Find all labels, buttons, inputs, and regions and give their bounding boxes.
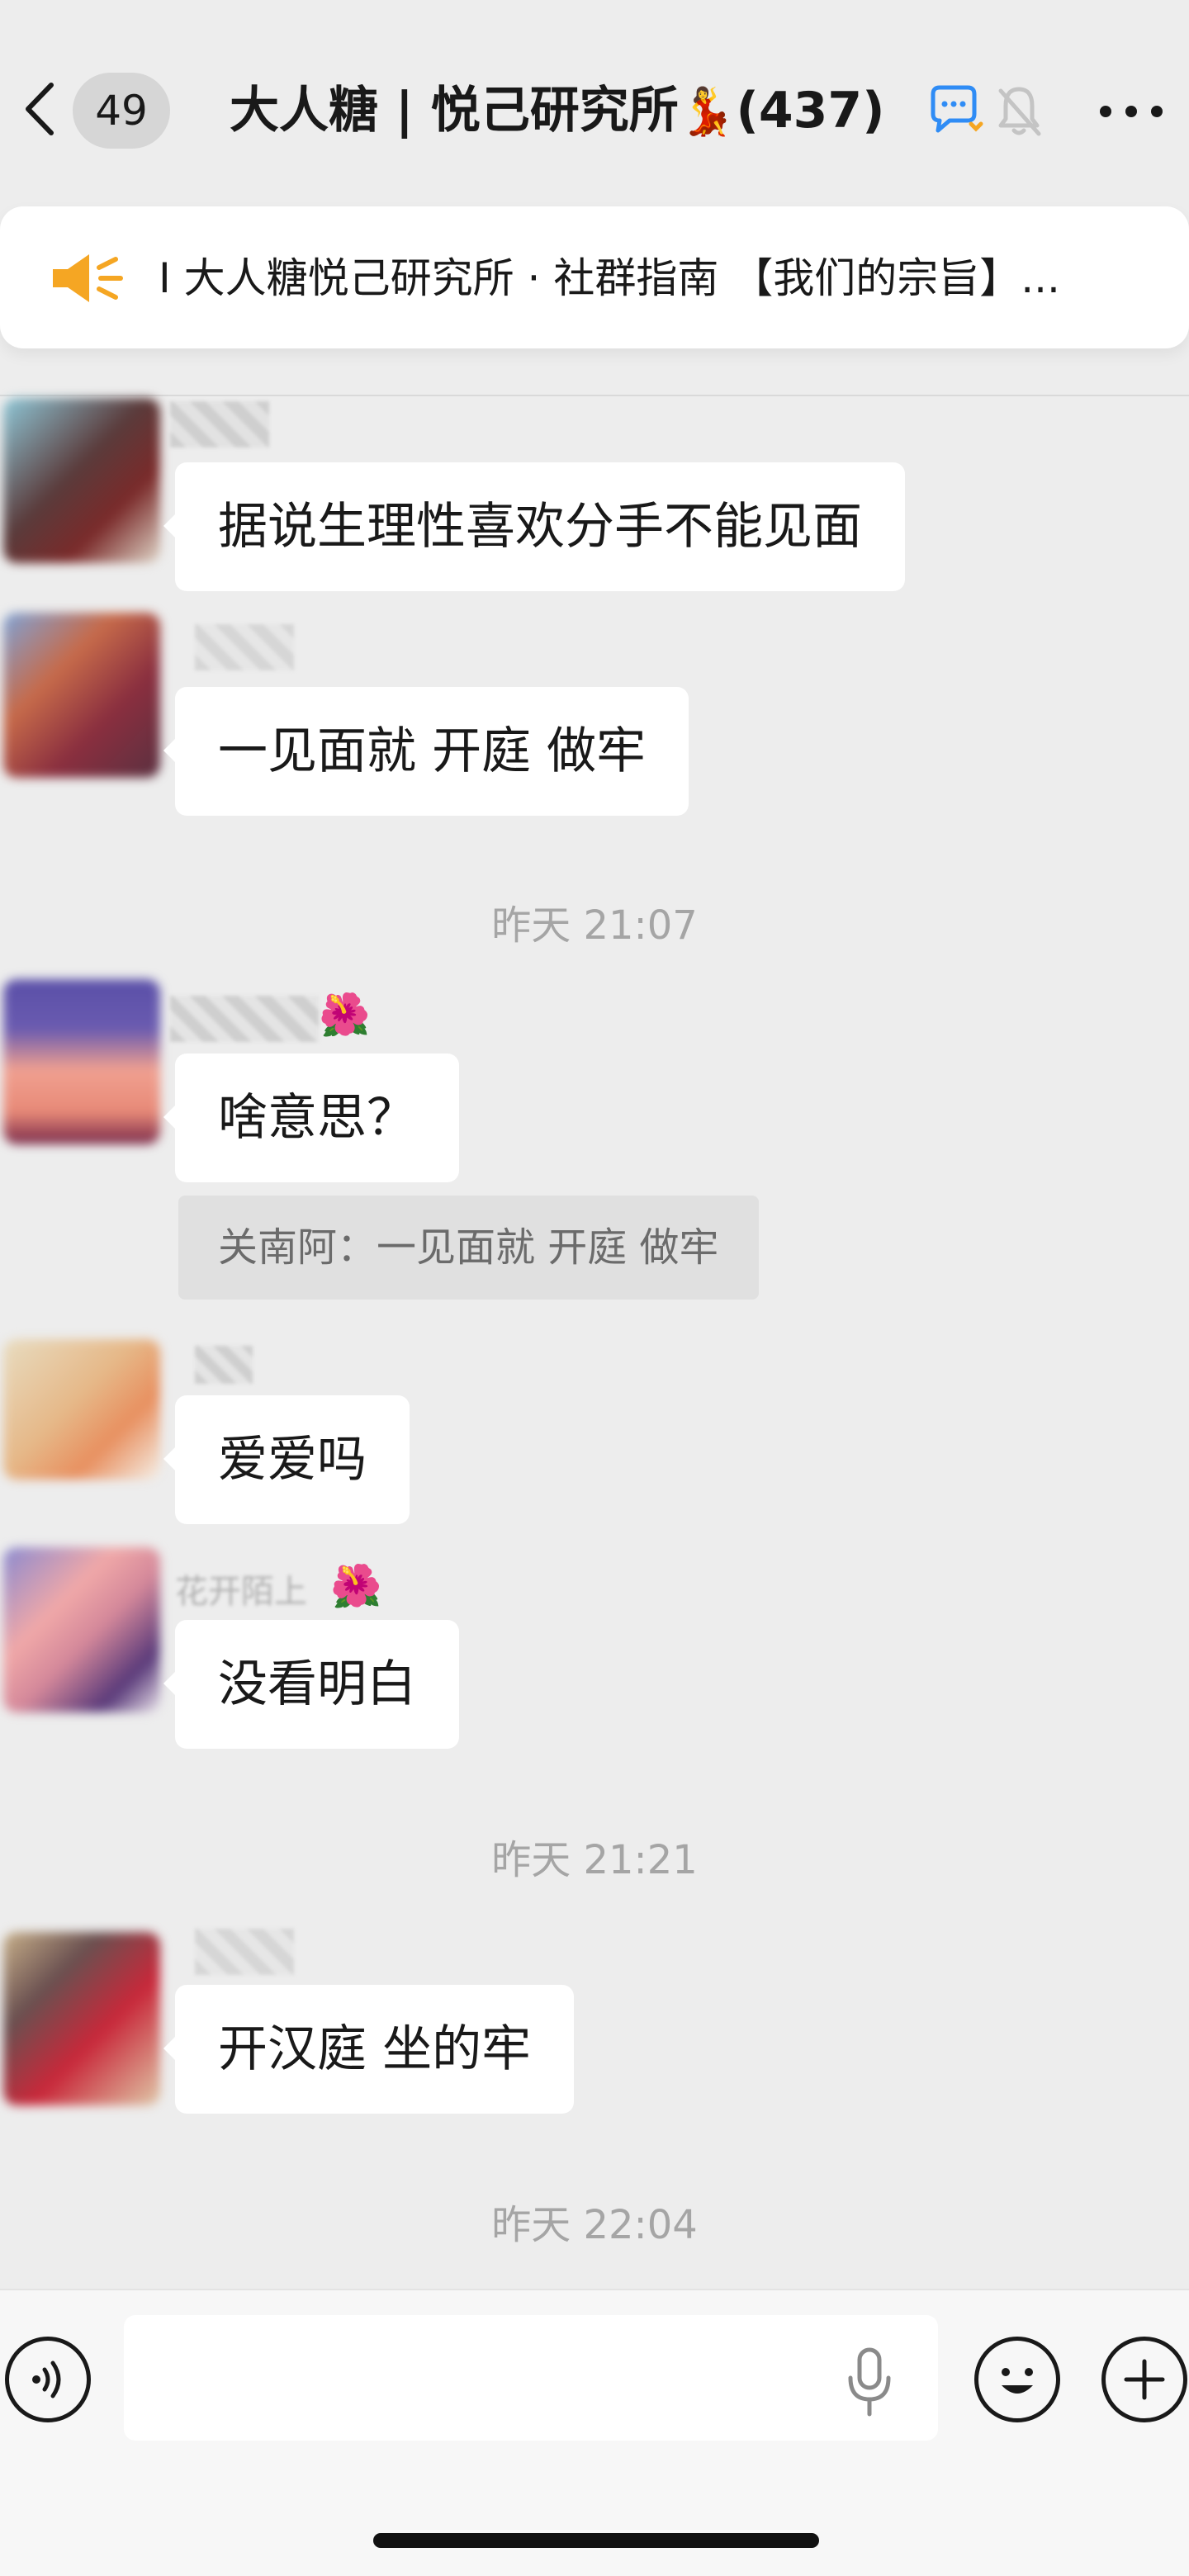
mic-icon[interactable]: [841, 2345, 898, 2419]
sender-name: [195, 1929, 294, 1975]
timestamp: 昨天 22:04: [491, 2202, 698, 2248]
member-count: (437): [736, 82, 885, 140]
dancer-emoji: 💃: [678, 85, 737, 139]
home-indicator[interactable]: [373, 2533, 819, 2548]
avatar[interactable]: [3, 1932, 160, 2105]
divider: [0, 395, 1189, 396]
voice-icon: [32, 2361, 61, 2398]
timestamp: 昨天 21:07: [491, 902, 698, 949]
more-button[interactable]: [1100, 83, 1163, 140]
plus-button[interactable]: [1101, 2337, 1187, 2422]
sender-name: 花开陌上: [175, 1573, 307, 1611]
sender-name: [195, 1346, 253, 1384]
flower-emoji: 🌺: [319, 991, 371, 1039]
chat-title[interactable]: 大人糖 | 悦己研究所💃(437): [230, 73, 885, 149]
plus-icon: [1124, 2359, 1165, 2400]
more-icon-dot: [1151, 106, 1163, 117]
sender-name: [170, 996, 319, 1042]
back-button[interactable]: [15, 76, 64, 142]
message-bubble[interactable]: 一见面就 开庭 做牢: [163, 687, 689, 816]
avatar[interactable]: [3, 979, 160, 1144]
chevron-left-icon: [26, 83, 54, 135]
quoted-message[interactable]: 关南阿：一见面就 开庭 做牢: [178, 1196, 759, 1300]
speaker-icon: [53, 254, 123, 302]
message-bubble[interactable]: 啥意思？: [163, 1054, 459, 1182]
message-bubble[interactable]: 爱爱吗: [163, 1395, 410, 1524]
avatar[interactable]: [3, 398, 160, 563]
group-announcement[interactable]: I 大人糖悦己研究所 · 社群指南 【我们的宗旨】...: [0, 206, 1189, 348]
mute-bell-icon[interactable]: [992, 83, 1045, 140]
chat-bubble-icon[interactable]: [925, 83, 984, 140]
avatar[interactable]: [3, 1339, 160, 1480]
voice-button[interactable]: [5, 2337, 91, 2422]
avatar[interactable]: [3, 613, 160, 778]
message-input[interactable]: [124, 2315, 938, 2441]
chat-title-text: 大人糖 | 悦己研究所: [230, 82, 679, 140]
sender-name: [195, 624, 294, 670]
more-icon-dot: [1100, 106, 1111, 117]
emoji-button[interactable]: [974, 2337, 1060, 2422]
message-bubble[interactable]: 开汉庭 坐的牢: [163, 1985, 575, 2114]
sender-name: [170, 401, 269, 447]
message-bubble[interactable]: 没看明白: [163, 1620, 459, 1749]
more-icon-dot: [1125, 106, 1137, 117]
chat-header: 49 大人糖 | 悦己研究所💃(437): [0, 0, 1189, 206]
emoji-icon: [1002, 2368, 1033, 2394]
avatar[interactable]: [3, 1547, 160, 1712]
message-bubble[interactable]: 据说生理性喜欢分手不能见面: [163, 462, 905, 591]
announcement-text: I 大人糖悦己研究所 · 社群指南 【我们的宗旨】...: [159, 254, 1060, 302]
timestamp: 昨天 21:21: [491, 1837, 698, 1883]
flower-emoji: 🌺: [330, 1562, 382, 1610]
unread-count-badge[interactable]: 49: [73, 73, 170, 149]
